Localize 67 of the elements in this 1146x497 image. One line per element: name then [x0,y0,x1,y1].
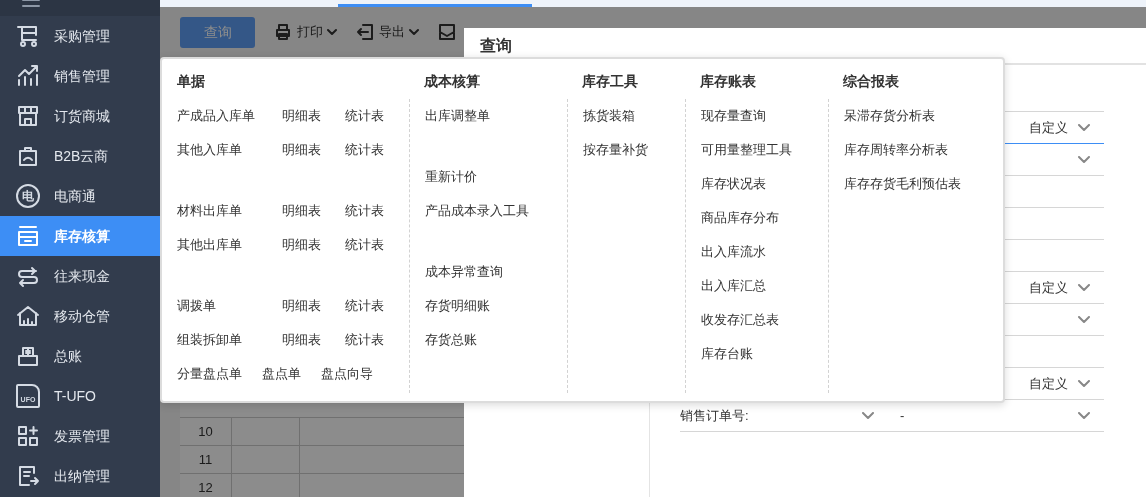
select-value: 自定义 [1029,374,1068,393]
row-number: 11 [180,446,232,473]
sidebar-item[interactable]: 发票管理 [0,416,160,456]
menu-link[interactable]: 成本异常查询 [424,262,503,282]
menu-heading: 库存工具 [581,72,640,91]
sidebar-item[interactable]: 移动仓管 [0,296,160,336]
field-label: 销售订单号: [680,406,749,425]
menu-link[interactable]: 存货总账 [424,330,477,350]
menu-link[interactable]: 产品成本录入工具 [424,201,529,221]
circle-icon: 电 [16,184,40,208]
sidebar-item[interactable]: 往来现金 [0,256,160,296]
menu-link[interactable]: 按存量补货 [583,140,649,160]
menu-link[interactable]: 其他出库单 [177,235,282,255]
menu-link[interactable]: 明细表 [282,201,345,221]
menu-link[interactable]: 调拨单 [177,296,282,316]
menu-heading: 单据 [176,72,206,91]
sidebar-item[interactable]: 订货商城 [0,96,160,136]
menu-link[interactable]: 盘点单 [262,364,301,384]
menu-heading: 成本核算 [422,72,481,91]
sidebar-item[interactable]: 出纳管理 [0,456,160,496]
menu-link[interactable]: 统计表 [345,330,384,350]
menu-link[interactable]: 组装拆卸单 [177,330,282,350]
menu-link[interactable]: 出库调整单 [424,106,490,126]
menu-link[interactable]: 明细表 [282,330,345,350]
menu-link[interactable]: 库存周转率分析表 [843,140,948,160]
menu-link[interactable]: 库存存货毛利预估表 [843,174,961,194]
menu-link[interactable]: 统计表 [345,201,384,221]
menu-link[interactable]: 材料出库单 [177,201,282,221]
menu-link[interactable]: 明细表 [282,140,345,160]
menu-link[interactable]: 统计表 [345,296,384,316]
menu-link[interactable]: 出入库汇总 [700,276,766,296]
sidebar-item[interactable]: B2B云商 [0,136,160,176]
sidebar-item[interactable]: 总账 [0,336,160,376]
menu-link[interactable]: 明细表 [282,106,345,126]
dialog-title: 查询 [480,35,512,56]
sidebar-item[interactable]: 采购管理 [0,16,160,56]
menu-link[interactable]: 重新计价 [424,167,477,187]
sidebar-item[interactable]: 销售管理 [0,56,160,96]
menu-link[interactable]: 现存量查询 [700,106,766,126]
toolbar-menu[interactable]: 导出 [355,22,419,42]
menu-heading: 库存账表 [698,72,757,91]
sidebar-item[interactable]: 电 电商通 [0,176,160,216]
menu-link[interactable]: 商品库存分布 [700,208,779,228]
menu-link[interactable]: 盘点向导 [321,364,373,384]
row-number: 12 [180,474,232,497]
menu-link[interactable]: 统计表 [345,235,384,255]
menu-link[interactable]: 可用量整理工具 [700,140,792,160]
menu-link[interactable]: 库存台账 [700,344,753,364]
menu-link[interactable]: 明细表 [282,235,345,255]
menu-link[interactable]: 收发存汇总表 [700,310,779,330]
menu-link[interactable]: 统计表 [345,106,384,126]
menu-link[interactable]: 库存状况表 [700,174,766,194]
menu-heading: 综合报表 [841,72,900,91]
menu-link[interactable]: 出入库流水 [700,242,766,262]
menu-link[interactable]: 拣货装箱 [583,106,636,126]
menu-link[interactable]: 分量盘点单 [177,364,242,384]
menu-link[interactable]: 产成品入库单 [177,106,282,126]
select-value: 自定义 [1029,118,1068,137]
menu-link[interactable]: 其他入库单 [177,140,282,160]
menu-link[interactable]: 统计表 [345,140,384,160]
select-value: 自定义 [1029,278,1068,297]
menu-link[interactable]: 呆滞存货分析表 [843,106,935,126]
range-separator: - [900,406,905,425]
menu-link[interactable]: 存货明细账 [424,296,490,316]
menu-link[interactable]: 明细表 [282,296,345,316]
toolbar-menu[interactable]: 打印 [273,22,337,42]
row-number: 10 [180,418,232,445]
